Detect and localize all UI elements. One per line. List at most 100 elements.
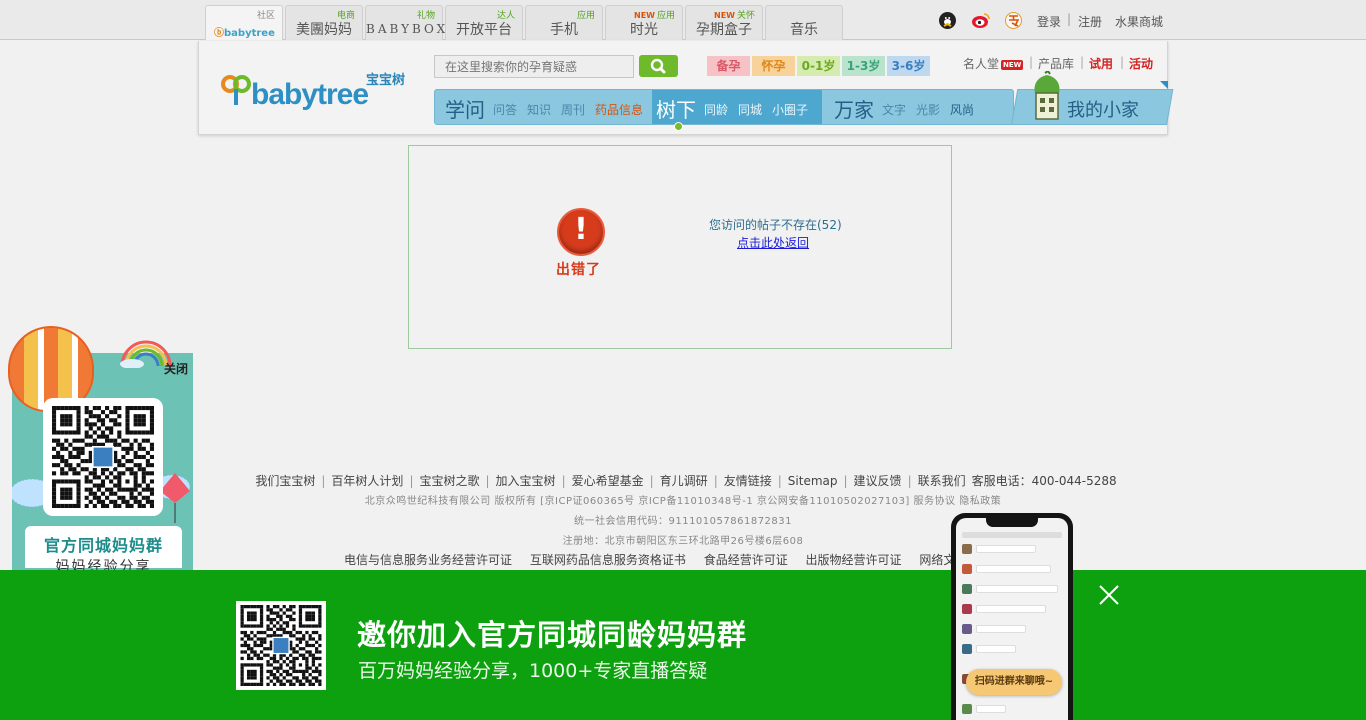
cert-link[interactable]: 网络文: [919, 553, 955, 567]
footer-link[interactable]: Sitemap: [788, 474, 838, 488]
side-ad-qr-code: [43, 398, 163, 516]
cert-link[interactable]: 出版物经营许可证: [806, 553, 902, 567]
footer-credit-code: 统一社会信用代码：911101057861872831: [573, 516, 793, 527]
stage-filter-item[interactable]: 备孕: [707, 56, 750, 76]
separator: |: [321, 474, 326, 488]
footer-link[interactable]: 爱心希望基金: [572, 474, 644, 488]
separator: |: [649, 474, 654, 488]
footer-link[interactable]: 育儿调研: [660, 474, 708, 488]
qr-code-icon: [52, 406, 154, 508]
search-button[interactable]: [639, 55, 678, 77]
phone-notch: [986, 518, 1038, 527]
site-tab-time[interactable]: NEW 应用 时光: [605, 5, 683, 40]
nav-item-drug-info[interactable]: 药品信息: [595, 101, 643, 118]
separator: |: [409, 474, 414, 488]
logo-text-en: babytree: [251, 78, 369, 111]
footer-link[interactable]: 百年树人计划: [331, 474, 403, 488]
nav-group-shuxia[interactable]: 树下: [656, 94, 696, 123]
footer-links: 我们宝宝树 | 百年树人计划 | 宝宝树之歌 | 加入宝宝树 | 爱心希望基金 | 育儿调研 | 友情链…: [0, 472, 1366, 489]
separator: |: [907, 474, 912, 488]
cert-link[interactable]: 食品经营许可证: [704, 553, 788, 567]
error-panel: ! 出错了 您访问的帖子不存在(52) 点击此处返回: [408, 145, 952, 349]
footer-link[interactable]: 联系我们: [918, 474, 966, 488]
cert-link[interactable]: 互联网药品信息服务资格证书: [530, 553, 686, 567]
stage-filter-item[interactable]: 1-3岁: [842, 56, 885, 76]
nav-item-weekly[interactable]: 周刊: [561, 101, 585, 118]
footer-link[interactable]: 加入宝宝树: [496, 474, 556, 488]
banner-title: 邀你加入官方同城同龄妈妈群: [357, 618, 748, 652]
babytree-logo[interactable]: babytree 宝宝树: [221, 67, 411, 112]
close-icon[interactable]: [1098, 584, 1120, 606]
footer-link[interactable]: 我们宝宝树: [255, 474, 315, 488]
nav-group-wanjia[interactable]: 万家: [834, 94, 874, 123]
nav-item-text[interactable]: 文字: [882, 101, 906, 118]
phone-chat-pill: 扫码进群来聊哦~: [966, 669, 1062, 695]
side-ad-title: 官方同城妈妈群: [43, 536, 163, 555]
join-group-banner[interactable]: 邀你加入官方同城同龄妈妈群 百万妈妈经验分享，1000+专家直播答疑: [0, 570, 1366, 720]
login-link[interactable]: 登录: [1037, 13, 1061, 30]
site-tab-tag: 社区: [256, 11, 275, 21]
error-caption: 出错了: [556, 262, 601, 278]
nav-item-circles[interactable]: 小圈子: [772, 101, 808, 118]
search-input[interactable]: [434, 55, 634, 78]
footer-link[interactable]: 友情链接: [724, 474, 772, 488]
my-home-label[interactable]: 我的小家: [1067, 96, 1139, 122]
stage-filter-item[interactable]: 0-1岁: [797, 56, 840, 76]
register-link[interactable]: 注册: [1078, 13, 1102, 30]
nav-group-xuewen[interactable]: 学问: [445, 94, 485, 123]
separator: |: [561, 474, 566, 488]
weibo-icon[interactable]: [971, 12, 990, 29]
nav-item-photos[interactable]: 光影: [916, 101, 940, 118]
renren-icon[interactable]: [1005, 12, 1022, 29]
footer-address: 注册地：北京市朝阳区东三环北路甲26号楼6层608: [562, 536, 804, 547]
site-tab-tag: 礼物: [416, 11, 435, 21]
error-message: 您访问的帖子不存在(52): [709, 218, 842, 232]
babytree-logo-icon: [221, 75, 251, 105]
footer-link[interactable]: 宝宝树之歌: [419, 474, 479, 488]
back-link[interactable]: 点击此处返回: [737, 234, 809, 251]
famous-people-link[interactable]: 名人堂 NEW: [963, 55, 1024, 72]
site-tab-label: 时光: [630, 22, 658, 38]
nav-item-same-city[interactable]: 同城: [738, 101, 762, 118]
top-site-bar: 社区 ⓑbabytree 电商 美團妈妈 礼物 BABYBOX 达人 开放平台 …: [0, 0, 1366, 40]
separator: |: [1067, 12, 1072, 26]
nav-item-fashion[interactable]: 风尚: [950, 101, 974, 118]
site-tab-open-platform[interactable]: 达人 开放平台: [445, 5, 523, 40]
tree-house-icon: [1034, 71, 1060, 120]
banner-qr-code: [236, 601, 326, 690]
site-tab-music[interactable]: 音乐: [765, 5, 843, 40]
separator: |: [713, 474, 718, 488]
events-link[interactable]: 活动: [1129, 55, 1153, 72]
side-ad-close-button[interactable]: 关闭: [164, 360, 188, 377]
site-tab-label: BABYBOX: [366, 22, 449, 36]
site-tab-babybox[interactable]: 礼物 BABYBOX: [365, 5, 449, 40]
nav-item-qa[interactable]: 问答: [493, 101, 517, 118]
site-tab-label: 手机: [550, 22, 578, 38]
stage-filter-item[interactable]: 3-6岁: [887, 56, 930, 76]
nav-item-same-age[interactable]: 同龄: [704, 101, 728, 118]
separator: |: [777, 474, 782, 488]
site-tab-pregnancy-box[interactable]: NEW 关怀 孕期盒子: [685, 5, 763, 40]
nav-active-indicator: [674, 122, 683, 131]
logo-text-cn: 宝宝树: [366, 73, 406, 88]
stage-filter-item[interactable]: 怀孕: [752, 56, 795, 76]
separator: |: [1120, 55, 1125, 69]
babytree-mini-logo: ⓑbabytree: [214, 28, 275, 39]
site-tab-label: 美團妈妈: [296, 22, 352, 38]
nav-item-knowledge[interactable]: 知识: [527, 101, 551, 118]
site-tab-meituan-mama[interactable]: 电商 美團妈妈: [285, 5, 363, 40]
qr-code-icon: [240, 605, 322, 686]
separator: |: [485, 474, 490, 488]
side-ad-title-box: 官方同城妈妈群 妈妈经验分享: [23, 524, 184, 575]
footer-link[interactable]: 建议反馈: [854, 474, 902, 488]
site-tab-mobile[interactable]: 应用 手机: [525, 5, 603, 40]
site-tab-community[interactable]: 社区 ⓑbabytree: [205, 5, 283, 40]
footer-hotline: 客服电话：400-044-5288: [971, 474, 1117, 488]
site-header: babytree 宝宝树 备孕怀孕0-1岁1-3岁3-6岁 名人堂NEW | 产…: [198, 41, 1174, 135]
product-library-link[interactable]: 产品库: [1038, 55, 1074, 72]
fruit-mall-link[interactable]: 水果商城: [1115, 13, 1163, 30]
separator: |: [1029, 55, 1034, 69]
cert-link[interactable]: 电信与信息服务业务经营许可证: [344, 553, 512, 567]
qq-icon[interactable]: [939, 12, 956, 29]
trial-link[interactable]: 试用: [1089, 55, 1113, 72]
